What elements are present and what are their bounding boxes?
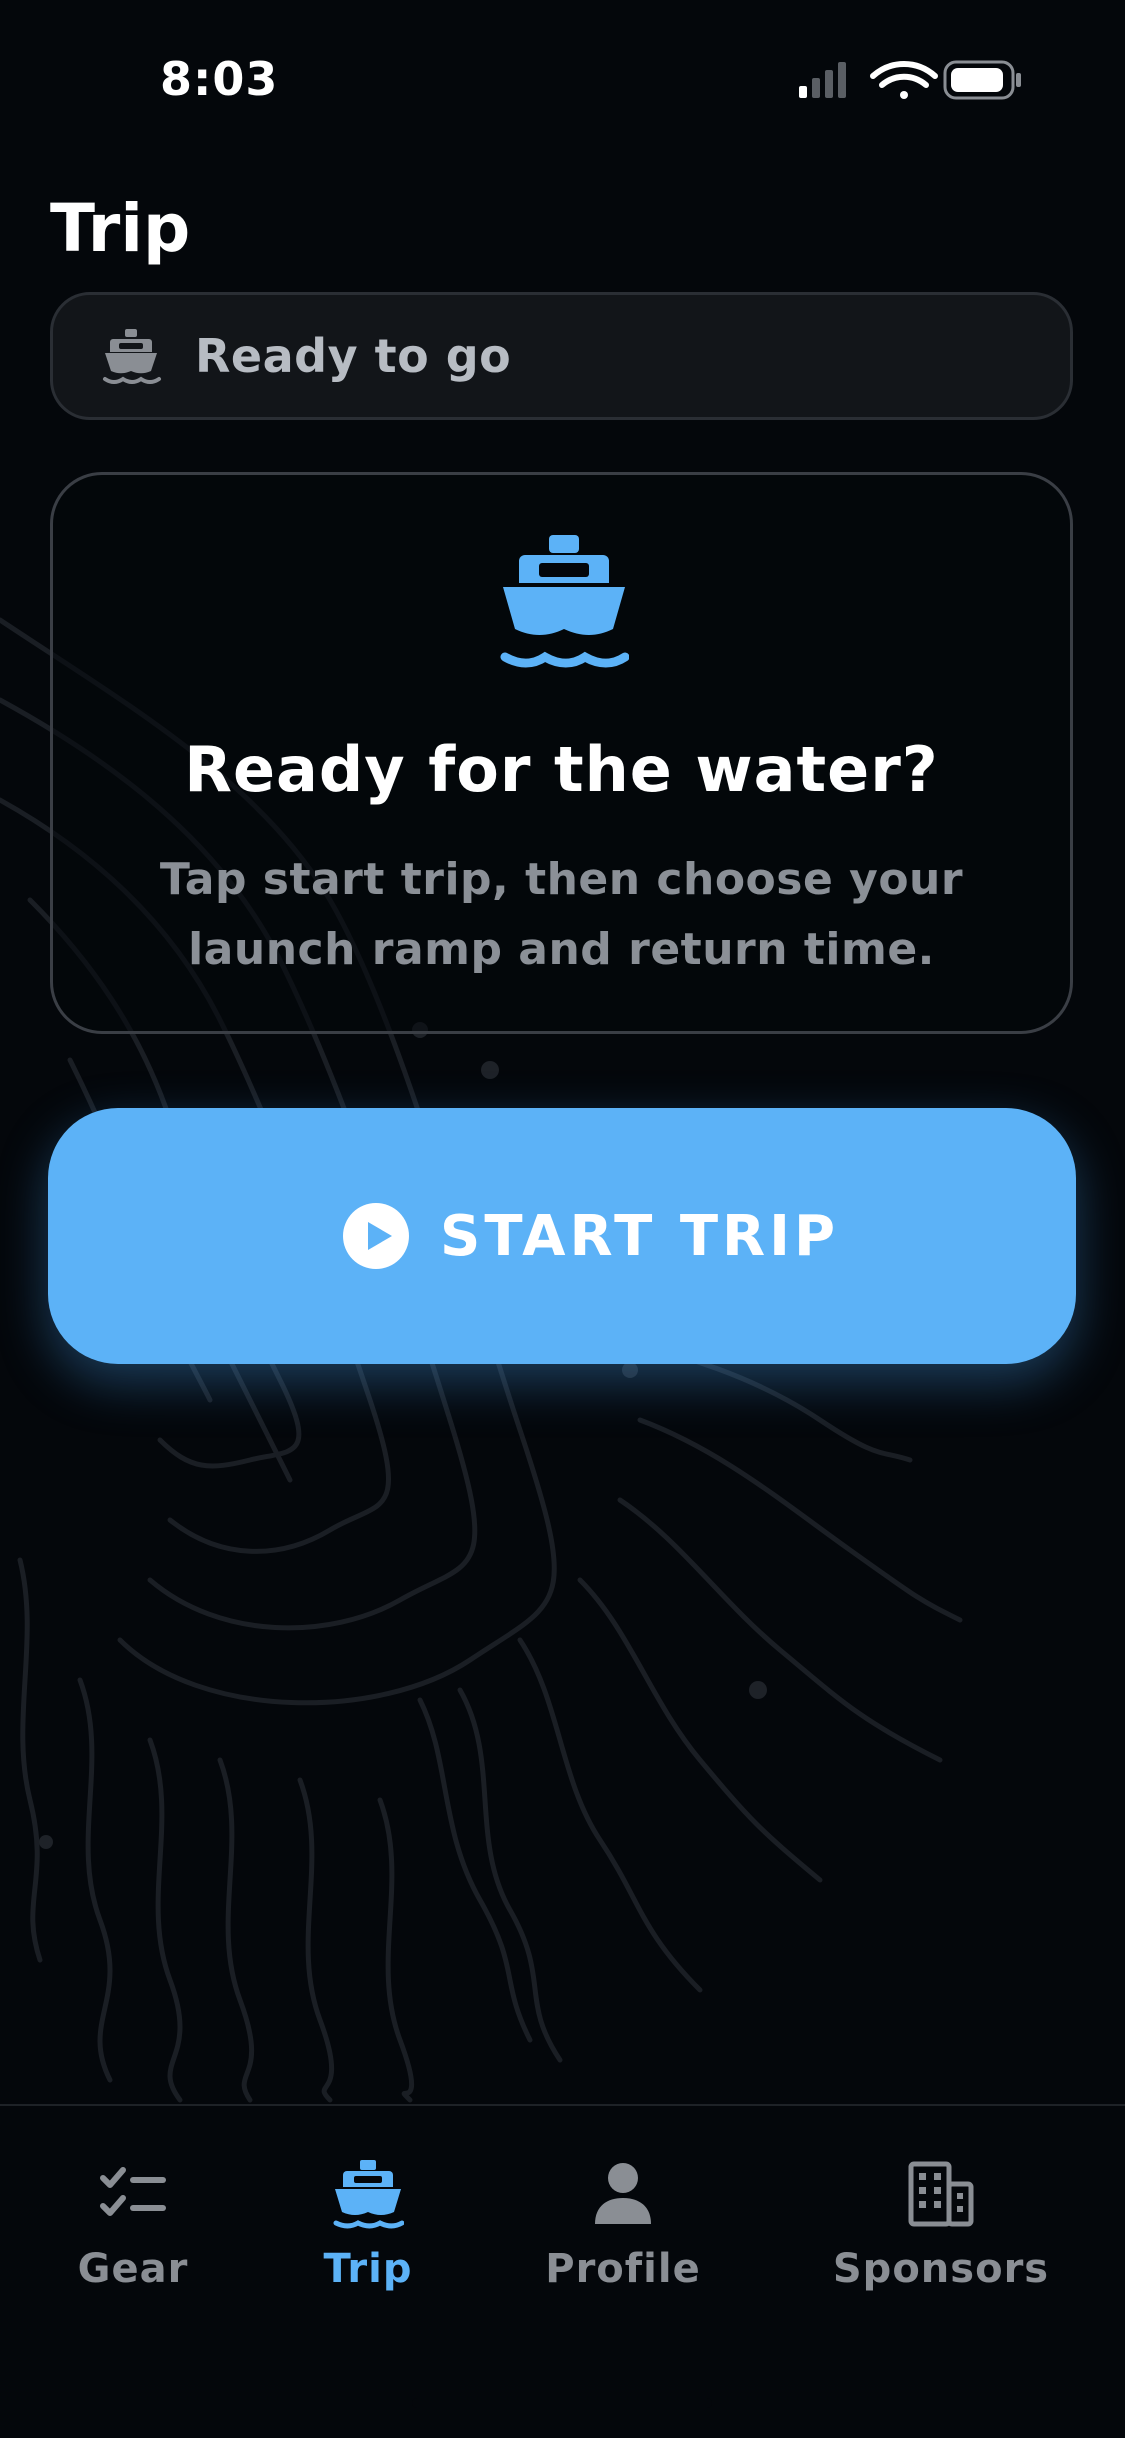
play-circle-icon [343,1203,409,1269]
person-icon [595,2163,651,2224]
tab-label-gear: Gear [77,2246,189,2292]
tab-label-sponsors: Sponsors [832,2246,1050,2292]
building-icon [908,2161,974,2227]
card-body: Tap start trip, then choose your launch … [159,854,964,975]
ship-icon [103,329,161,384]
tab-label-profile: Profile [545,2246,701,2292]
checklist-icon [100,2167,166,2216]
battery-icon [943,60,1021,100]
ship-icon [500,535,629,668]
trip-status-pill: Ready to go [50,292,1073,420]
tab-bar: Gear Trip Profile Sponsors [0,2104,1125,2438]
tab-gear[interactable]: Gear [62,2106,204,2336]
cellular-signal-icon [799,62,846,98]
home-indicator [412,2398,712,2408]
start-trip-button[interactable]: START TRIP [48,1108,1076,1364]
status-icons [799,60,1021,100]
start-trip-label: START TRIP [440,1204,840,1269]
status-time: 8:03 [160,52,279,106]
trip-status-text: Ready to go [195,329,512,383]
card-title: Ready for the water? [184,733,939,806]
tab-profile[interactable]: Profile [540,2106,706,2336]
tab-label-trip: Trip [323,2246,413,2292]
wifi-icon [870,61,938,99]
status-bar: 8:03 [0,0,1125,140]
tab-trip[interactable]: Trip [310,2106,426,2336]
page-title: Trip [50,190,191,267]
ship-icon [333,2160,404,2229]
intro-card: Ready for the water? Tap start trip, the… [50,472,1073,1034]
tab-sponsors[interactable]: Sponsors [826,2106,1056,2336]
